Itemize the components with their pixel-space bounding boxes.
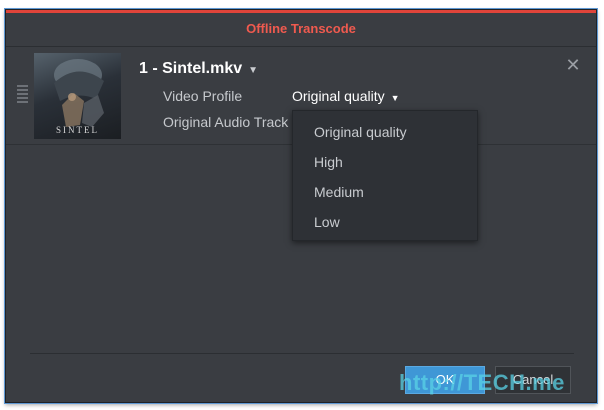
dropdown-option-original-quality[interactable]: Original quality bbox=[293, 117, 477, 147]
video-profile-value: Original quality bbox=[292, 88, 385, 104]
poster-title: SINTEL bbox=[56, 125, 99, 135]
dropdown-option-medium[interactable]: Medium bbox=[293, 177, 477, 207]
footer-divider bbox=[30, 353, 574, 354]
chevron-down-icon: ▼ bbox=[390, 93, 400, 103]
titlebar-divider bbox=[6, 46, 596, 47]
chevron-down-icon[interactable]: ▼ bbox=[248, 65, 258, 76]
close-icon[interactable]: ✕ bbox=[564, 56, 582, 74]
video-profile-label: Video Profile bbox=[163, 88, 243, 104]
dialog-title: Offline Transcode bbox=[246, 21, 356, 36]
item-title[interactable]: 1 - Sintel.mkv ▼ bbox=[139, 60, 258, 78]
video-profile-select[interactable]: Original quality ▼ bbox=[292, 88, 400, 104]
video-profile-dropdown: Original quality High Medium Low bbox=[292, 110, 478, 241]
dropdown-option-low[interactable]: Low bbox=[293, 207, 477, 237]
dialog-titlebar: Offline Transcode bbox=[6, 10, 596, 46]
poster-thumbnail: SINTEL bbox=[34, 53, 121, 139]
watermark-text: http://TECH.me bbox=[399, 370, 565, 395]
offline-transcode-dialog: Offline Transcode SINTEL 1 - Sintel.mkv ▼… bbox=[5, 9, 597, 403]
drag-handle-icon[interactable] bbox=[17, 85, 28, 105]
audio-track-label: Original Audio Track bbox=[163, 114, 289, 130]
item-title-text: 1 - Sintel.mkv bbox=[139, 60, 243, 77]
dropdown-option-high[interactable]: High bbox=[293, 147, 477, 177]
